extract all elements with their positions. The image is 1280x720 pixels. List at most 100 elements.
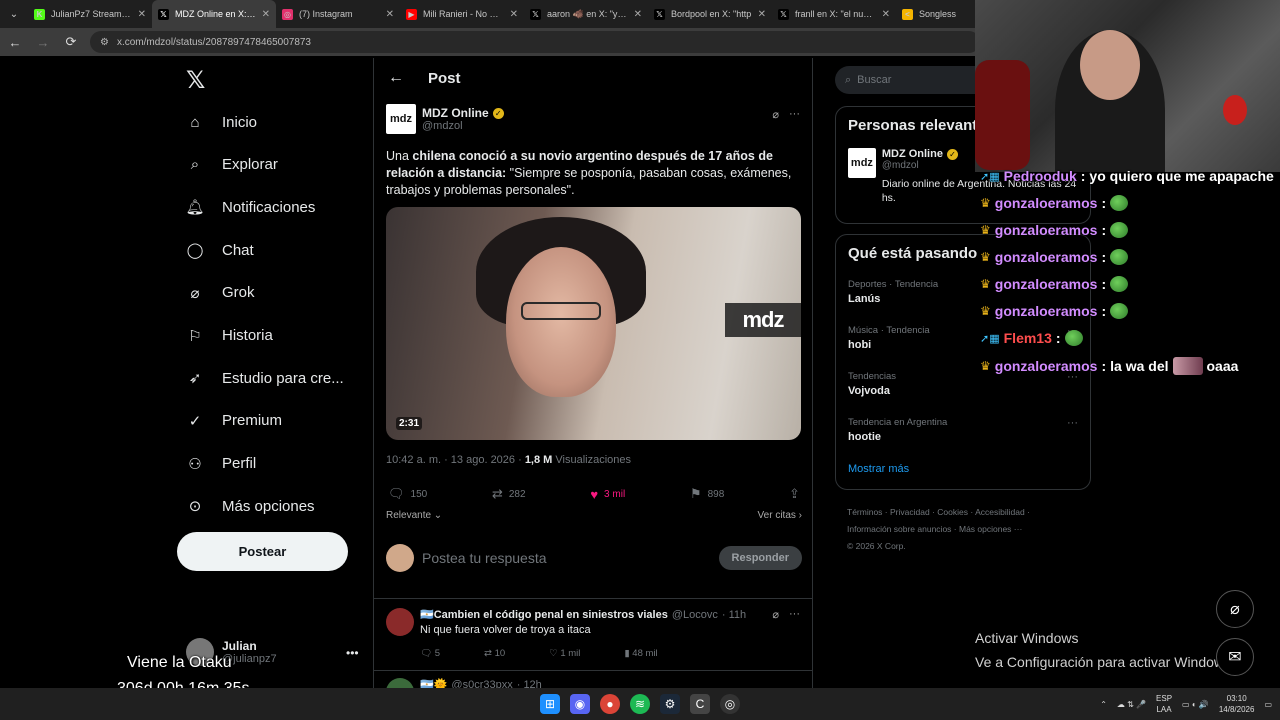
chat-text: oaaa bbox=[1206, 358, 1239, 374]
url-field[interactable]: ⚙ x.com/mdzol/status/2087897478465007873 bbox=[90, 31, 980, 53]
reply-author-handle[interactable]: @s0cr33pxx bbox=[451, 679, 512, 689]
tab-favicon-icon: ◎ bbox=[282, 8, 293, 20]
close-icon[interactable]: ✕ bbox=[262, 9, 270, 20]
x-logo-icon[interactable]: 𝕏 bbox=[186, 66, 205, 95]
back-icon[interactable]: ← bbox=[6, 35, 24, 50]
avatar[interactable] bbox=[386, 608, 414, 636]
view-quotes-link[interactable]: Ver citas › bbox=[758, 510, 802, 521]
obs-icon[interactable]: ◎ bbox=[720, 694, 740, 714]
ccleaner-icon[interactable]: C bbox=[690, 694, 710, 714]
trend-name: Vojvoda bbox=[848, 385, 890, 397]
author-name[interactable]: MDZ Online bbox=[422, 106, 489, 120]
network-icon[interactable]: ▭ ◐ 🔊 bbox=[1182, 700, 1209, 709]
post-author[interactable]: mdz MDZ Online ✓ @mdzol bbox=[386, 104, 802, 134]
home-icon: ⌂ bbox=[190, 113, 200, 131]
tray-icons[interactable]: ☁ ⇅ 🎤 bbox=[1117, 700, 1146, 709]
steam-icon[interactable]: ⚙ bbox=[660, 694, 680, 714]
sidebar-item-notificaciones[interactable]: 🔔︎ Notificaciones bbox=[184, 196, 315, 218]
crown-badge-icon: ♛ bbox=[980, 304, 991, 318]
spotify-icon[interactable]: ≋ bbox=[630, 694, 650, 714]
sidebar-item-inicio[interactable]: ⌂ Inicio bbox=[184, 111, 257, 133]
webcam-figure bbox=[1223, 95, 1247, 125]
chrome-icon[interactable]: ● bbox=[600, 694, 620, 714]
grok-icon[interactable]: ⌀ bbox=[772, 108, 779, 121]
emote-icon bbox=[1110, 249, 1129, 265]
more-icon[interactable]: ··· bbox=[789, 108, 800, 121]
browser-tab[interactable]: ◎ (7) Instagram ✕ bbox=[276, 0, 400, 28]
windows-activation-watermark: Activar Windows Ve a Configuración para … bbox=[975, 630, 1232, 670]
avatar[interactable] bbox=[386, 678, 414, 688]
site-info-icon[interactable]: ⚙ bbox=[100, 37, 109, 48]
reply-author-name[interactable]: 🇦🇷🌞 bbox=[420, 678, 447, 688]
grok-float-icon[interactable]: ⌀ bbox=[1216, 590, 1254, 628]
discord-icon[interactable]: ◉ bbox=[570, 694, 590, 714]
bookmark-button[interactable]: ⚑ 898 bbox=[690, 486, 724, 502]
windows-start-icon[interactable]: ⊞ bbox=[540, 694, 560, 714]
more-icon[interactable]: ••• bbox=[346, 646, 359, 660]
repost-icon: ⇄ bbox=[491, 486, 503, 501]
browser-tab[interactable]: K JulianPz7 Stream - Ki ✕ bbox=[28, 0, 152, 28]
avatar[interactable]: mdz bbox=[848, 148, 876, 178]
forward-icon[interactable]: → bbox=[34, 35, 52, 50]
browser-tab[interactable]: 𝕏 Bordpool en X: "http ✕ bbox=[648, 0, 772, 28]
reply-input[interactable]: Postea tu respuesta bbox=[422, 550, 711, 566]
close-icon[interactable]: ✕ bbox=[510, 9, 518, 20]
author-handle[interactable]: @mdzol bbox=[422, 120, 504, 132]
more-icon[interactable]: ··· bbox=[789, 608, 800, 621]
notification-icon[interactable]: ▭ bbox=[1264, 700, 1272, 709]
clock[interactable]: 03:10 14/8/2026 bbox=[1219, 693, 1255, 715]
reply-author-handle[interactable]: @Locovc bbox=[672, 609, 718, 621]
post-button[interactable]: Postear bbox=[177, 532, 348, 571]
reply-author-name[interactable]: 🇦🇷Cambien el código penal en siniestros … bbox=[420, 608, 668, 621]
post-video[interactable]: mdz 2:31 bbox=[386, 207, 801, 440]
grok-icon[interactable]: ⌀ bbox=[772, 608, 779, 621]
list-item[interactable]: 🇦🇷🌞 @s0cr33pxx · 12h bbox=[386, 678, 802, 688]
chat-message: ♛ gonzaloeramos : la wa del oaaa bbox=[980, 357, 1239, 375]
trend-item[interactable]: Tendencia en Argentina hootie ··· bbox=[836, 417, 1090, 443]
stream-overlay-title: Viene la Otaku bbox=[127, 654, 232, 671]
repost-count[interactable]: ⇄ 10 bbox=[484, 648, 505, 659]
sidebar-item-grok[interactable]: ⌀ Grok bbox=[184, 282, 254, 304]
sidebar-item-más[interactable]: ⊙ Más opciones bbox=[184, 495, 315, 517]
repost-button[interactable]: ⇄ 282 bbox=[492, 486, 526, 502]
browser-tab[interactable]: 𝕏aaron 🐗 en X: "yo lo ✕ bbox=[524, 0, 648, 28]
close-icon[interactable]: ✕ bbox=[386, 9, 394, 20]
tab-title: (7) Instagram bbox=[299, 9, 353, 19]
reply-submit-button[interactable]: Responder bbox=[718, 546, 802, 570]
divider bbox=[374, 670, 812, 671]
sidebar-item-explorar[interactable]: ⌕ Explorar bbox=[184, 154, 278, 176]
sidebar-item-label: Explorar bbox=[222, 156, 278, 174]
show-more-link[interactable]: Mostrar más bbox=[848, 463, 909, 475]
sidebar-item-estudio[interactable]: ➶ Estudio para cre... bbox=[184, 367, 344, 389]
browser-tab[interactable]: ▶ Mili Ranieri - No Me C ✕ bbox=[400, 0, 524, 28]
reload-icon[interactable]: ⟳ bbox=[62, 34, 80, 50]
like-count[interactable]: ♡ 1 mil bbox=[549, 648, 580, 659]
tab-search-icon[interactable]: ⌄ bbox=[0, 0, 28, 28]
windows-taskbar: ⊞ ◉ ● ≋ ⚙ C ◎ ⌃ ☁ ⇅ 🎤 ESP LAA ▭ ◐ 🔊 03:10… bbox=[0, 688, 1280, 720]
author-avatar[interactable]: mdz bbox=[386, 104, 416, 134]
like-button[interactable]: ♥ 3 mil bbox=[590, 486, 625, 502]
browser-tab[interactable]: 𝕏 MDZ Online en X: "Un ✕ bbox=[152, 0, 276, 28]
reply-button[interactable]: 🗨 150 bbox=[388, 486, 427, 502]
verified-badge-icon: ✓ bbox=[946, 148, 958, 160]
reply-count[interactable]: 🗨 5 bbox=[420, 648, 440, 659]
more-icon[interactable]: ··· bbox=[1067, 417, 1078, 429]
browser-tab[interactable]: 𝕏franll en X: "el nuevo ✕ bbox=[772, 0, 896, 28]
sidebar-item-perfil[interactable]: ⚇ Perfil bbox=[184, 453, 256, 475]
close-icon[interactable]: ✕ bbox=[138, 9, 146, 20]
close-icon[interactable]: ✕ bbox=[758, 9, 766, 20]
close-icon[interactable]: ✕ bbox=[634, 9, 642, 20]
share-button[interactable]: ⇪ bbox=[789, 486, 800, 502]
emote-icon bbox=[1110, 303, 1129, 319]
view-count[interactable]: ▮ 48 mil bbox=[624, 648, 657, 659]
messages-float-icon[interactable]: ✉ bbox=[1216, 638, 1254, 676]
sidebar-item-historia[interactable]: ⚐ Historia bbox=[184, 325, 273, 347]
tray-chevron-icon[interactable]: ⌃ bbox=[1100, 700, 1107, 709]
list-item[interactable]: 🇦🇷Cambien el código penal en siniestros … bbox=[386, 608, 802, 659]
sidebar-item-premium[interactable]: ✓ Premium bbox=[184, 410, 282, 432]
sort-dropdown[interactable]: Relevante ⌄ bbox=[386, 510, 442, 521]
sidebar-item-chat[interactable]: ◯ Chat bbox=[184, 239, 254, 261]
language-indicator[interactable]: ESP LAA bbox=[1156, 693, 1172, 715]
close-icon[interactable]: ✕ bbox=[882, 9, 890, 20]
back-arrow-icon[interactable]: ← bbox=[388, 69, 404, 87]
